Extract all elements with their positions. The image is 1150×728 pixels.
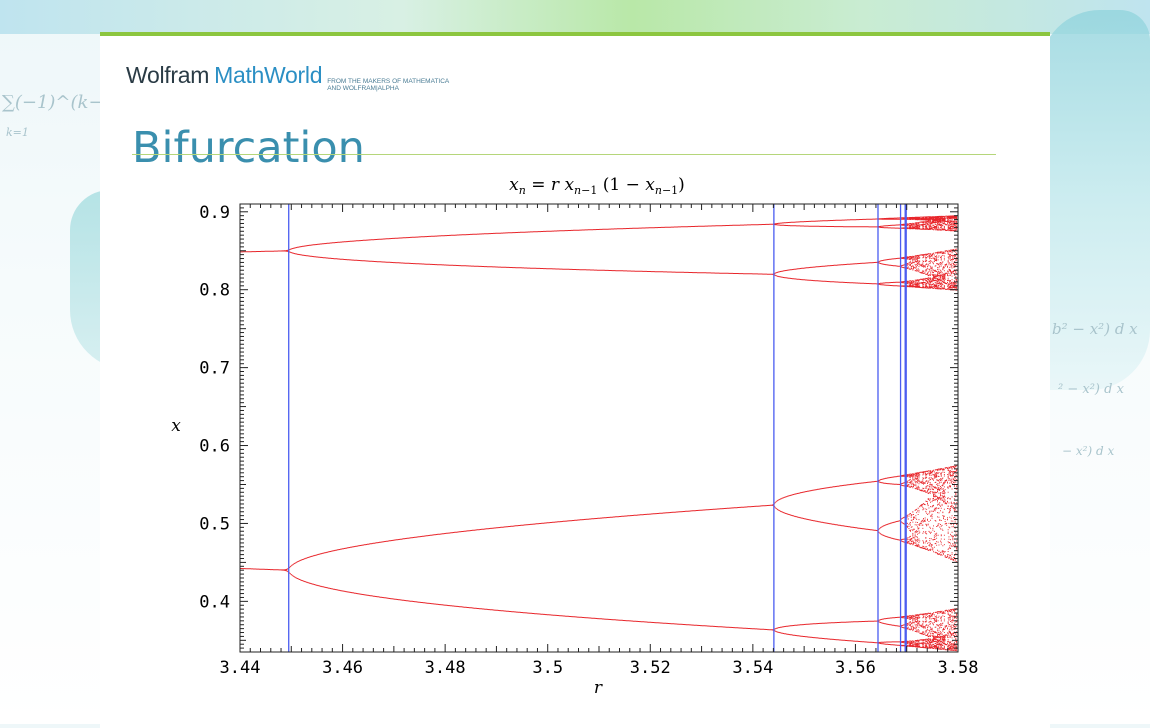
y-tick-label: 0.8 (199, 281, 230, 301)
y-tick-label: 0.4 (199, 592, 230, 612)
plot-area (240, 204, 958, 652)
y-tick-label: 0.6 (199, 437, 230, 457)
y-tick-label: 0.7 (199, 359, 230, 379)
x-tick-label: 3.48 (425, 658, 466, 678)
axis-frame (239, 203, 959, 653)
plot-frame (239, 203, 959, 653)
x-tick-label: 3.44 (220, 658, 261, 678)
chart-title: xn = r xn−1 (1 − xn−1) (509, 175, 685, 197)
tick-labels: 3.44 3.46 3.48 3.5 3.52 3.54 3.56 3.58 0.4 0.5 0.6… (199, 203, 978, 678)
y-tick-label: 0.9 (199, 203, 230, 223)
tick-marks (239, 203, 959, 653)
x-axis-label: r (594, 678, 603, 698)
x-tick-label: 3.52 (630, 658, 671, 678)
bifurcation-chart: xn = r xn−1 (1 − xn−1) 3.44 3.46 3.48 3.5 3.… (171, 175, 978, 698)
x-tick-label: 3.46 (322, 658, 363, 678)
y-axis-label: x (171, 416, 181, 436)
svg-text:xn = r xn−1 (1 − xn−1): xn = r xn−1 (1 − xn−1) (509, 175, 685, 197)
y-tick-label: 0.5 (199, 514, 230, 534)
x-tick-label: 3.58 (938, 658, 979, 678)
x-tick-label: 3.5 (532, 658, 563, 678)
x-tick-label: 3.56 (835, 658, 876, 678)
bifurcation-points (240, 215, 958, 652)
x-tick-label: 3.54 (732, 658, 773, 678)
